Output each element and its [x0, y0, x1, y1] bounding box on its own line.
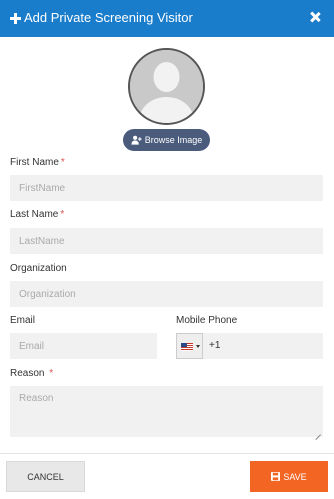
last-name-placeholder: LastName [19, 235, 65, 247]
mobile-phone-field[interactable]: +1 [176, 333, 323, 359]
email-label: Email [10, 315, 36, 326]
save-button[interactable]: SAVE [250, 461, 328, 492]
first-name-label-text: First Name [10, 157, 59, 168]
reason-label: Reason * [10, 368, 53, 379]
footer-divider [0, 453, 334, 454]
floppy-disk-icon [271, 472, 281, 481]
reason-placeholder: Reason [19, 393, 54, 404]
avatar [128, 48, 205, 125]
save-label: SAVE [283, 471, 307, 482]
dial-code: +1 [209, 340, 221, 351]
user-plus-icon [131, 135, 142, 145]
organization-field[interactable]: Organization [10, 281, 323, 307]
reason-label-text: Reason [10, 368, 45, 379]
cancel-button[interactable]: CANCEL [6, 461, 85, 492]
first-name-field[interactable]: FirstName [10, 175, 323, 201]
last-name-label-text: Last Name [10, 209, 59, 220]
country-selector[interactable] [176, 333, 203, 359]
email-field[interactable]: Email [10, 333, 157, 359]
resize-handle-icon[interactable] [315, 429, 321, 435]
first-name-placeholder: FirstName [19, 182, 66, 194]
last-name-label: Last Name * [10, 209, 64, 220]
required-mark: * [60, 209, 65, 220]
close-icon[interactable] [308, 10, 322, 24]
last-name-field[interactable]: LastName [10, 228, 323, 254]
email-placeholder: Email [19, 340, 45, 352]
browse-image-button[interactable]: Browse Image [123, 129, 210, 151]
us-flag-icon [181, 343, 193, 351]
first-name-label: First Name * [10, 157, 65, 168]
user-silhouette-icon [130, 50, 203, 123]
browse-image-label: Browse Image [144, 135, 203, 145]
required-mark: * [49, 368, 54, 379]
organization-placeholder: Organization [19, 288, 76, 300]
mobile-phone-label: Mobile Phone [176, 315, 238, 326]
plus-icon [9, 8, 23, 28]
organization-label: Organization [10, 263, 67, 274]
reason-textarea[interactable]: Reason [10, 386, 323, 437]
dialog-header: Add Private Screening Visitor [0, 0, 334, 37]
required-mark: * [60, 157, 65, 168]
caret-down-icon [196, 345, 200, 348]
dialog-title: Add Private Screening Visitor [24, 10, 193, 25]
